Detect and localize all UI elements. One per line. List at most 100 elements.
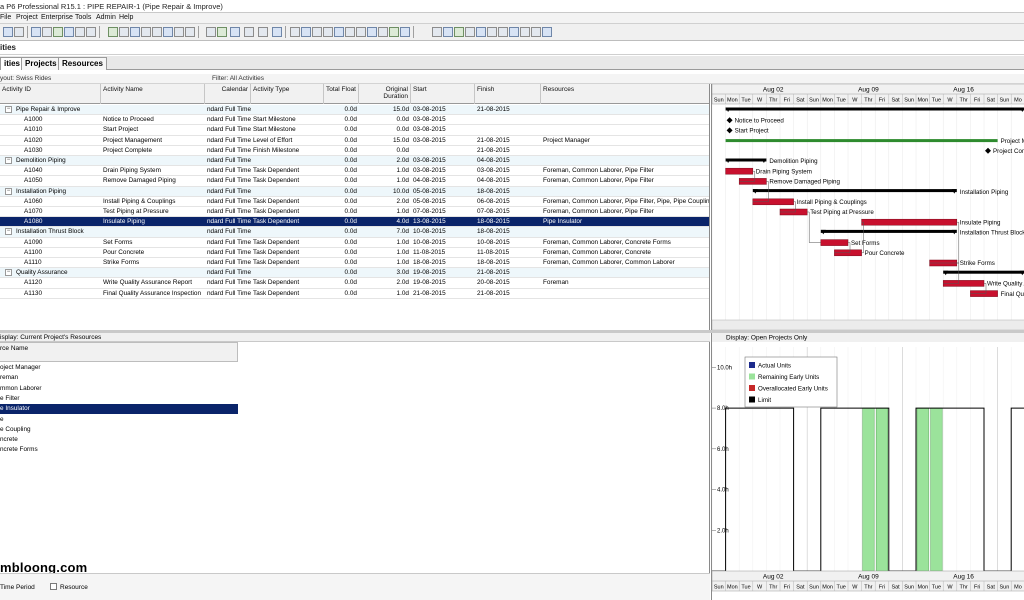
summary-icon[interactable] — [367, 27, 377, 37]
print-icon[interactable] — [185, 27, 195, 37]
gantt-scrollbar[interactable] — [712, 319, 1024, 330]
cell-atype[interactable]: Task Dependent — [251, 207, 324, 217]
col-activity-name[interactable]: Activity Name — [101, 84, 205, 104]
profile-allocation-bar[interactable] — [862, 407, 875, 572]
cell-atype[interactable]: Task Dependent — [251, 248, 324, 258]
table-row[interactable]: A1130 Final Quality Assurance Inspection n… — [0, 289, 709, 299]
cell-id[interactable]: Demolition Piping — [14, 156, 101, 166]
resource-name-header[interactable]: rce Name — [0, 342, 238, 362]
gantt-summary-bar[interactable] — [820, 229, 957, 233]
table-row[interactable]: A1000 Notice to Proceed ndard Full Time Sta… — [0, 115, 709, 126]
col-start[interactable]: Start — [411, 84, 475, 104]
resource-profile-chart[interactable]: Display: Open Projects Only 10.0h 8.0h 6.0h… — [712, 333, 1024, 600]
cell-finish[interactable]: 10-08-2015 — [475, 238, 541, 248]
cell-tf[interactable]: 0.0d — [324, 289, 359, 299]
help-icon[interactable] — [520, 27, 530, 37]
timescale-icon[interactable] — [244, 27, 254, 37]
gantt-summary-bar[interactable] — [943, 270, 1024, 274]
cell-res[interactable] — [541, 105, 709, 115]
cell-atype[interactable] — [251, 227, 324, 237]
cell-atype[interactable] — [251, 268, 324, 278]
cell-cal[interactable]: ndard Full Time — [205, 238, 251, 248]
cell-start[interactable]: 07-08-2015 — [411, 207, 475, 217]
cell-cal[interactable]: ndard Full Time — [205, 156, 251, 166]
menu-tools[interactable]: Tools — [75, 14, 91, 21]
cell-finish[interactable]: 21-08-2015 — [475, 105, 541, 115]
cell-id[interactable]: A1100 — [22, 248, 101, 258]
cell-start[interactable]: 04-08-2015 — [411, 176, 475, 186]
table-row[interactable]: A1070 Test Piping at Pressure ndard Full T… — [0, 207, 709, 218]
cell-name[interactable]: Insulate Piping — [101, 217, 205, 227]
collapse-icon[interactable]: − — [5, 269, 12, 277]
gantt-milestone[interactable] — [985, 147, 991, 154]
cell-cal[interactable]: ndard Full Time — [205, 197, 251, 207]
sort-icon[interactable] — [75, 27, 85, 37]
apply-icon[interactable] — [141, 27, 151, 37]
cell-name[interactable]: Write Quality Assurance Report — [101, 278, 205, 288]
level-icon[interactable] — [119, 27, 129, 37]
col-total-float[interactable]: Total Float — [324, 84, 359, 104]
table-row[interactable]: A1100 Pour Concrete ndard Full Time Task De… — [0, 248, 709, 258]
resource-display-bar[interactable]: isplay: Current Project's Resources — [0, 333, 710, 342]
resource-list-item[interactable]: reman — [0, 373, 238, 383]
view-icon[interactable] — [206, 27, 216, 37]
cell-id[interactable]: A1130 — [22, 289, 101, 299]
cell-cal[interactable]: ndard Full Time — [205, 166, 251, 176]
cell-id[interactable]: A1090 — [22, 238, 101, 248]
cell-res[interactable]: Project Manager — [541, 136, 709, 146]
cell-name[interactable] — [101, 227, 205, 237]
schedule-icon[interactable] — [108, 27, 118, 37]
cell-start[interactable] — [411, 146, 475, 156]
resource-list-item[interactable]: e Coupling — [0, 425, 238, 435]
tab-resources[interactable]: Resources — [58, 57, 107, 70]
gantt-summary-bar[interactable] — [752, 189, 957, 193]
table-row[interactable]: Installation Piping ndard Full Time 0.0d 10… — [0, 186, 709, 197]
cell-id[interactable]: Installation Thrust Block — [14, 227, 101, 237]
col-calendar[interactable]: Calendar — [205, 84, 251, 104]
cell-atype[interactable]: Finish Milestone — [251, 146, 324, 156]
cell-od[interactable]: 1.0d — [359, 207, 411, 217]
refresh-icon[interactable] — [174, 27, 184, 37]
cell-id[interactable]: Quality Assurance — [14, 268, 101, 278]
cell-atype[interactable]: Task Dependent — [251, 289, 324, 299]
cell-name[interactable]: Project Complete — [101, 146, 205, 156]
cell-res[interactable] — [541, 146, 709, 156]
info-icon[interactable] — [531, 27, 541, 37]
cell-finish[interactable]: 18-08-2015 — [475, 227, 541, 237]
table-row[interactable]: Pipe Repair & Improve ndard Full Time 0.0d… — [0, 105, 709, 116]
resource-checkbox[interactable] — [50, 583, 57, 590]
cell-res[interactable]: Foreman, Common Laborer, Common Laborer — [541, 258, 709, 268]
cell-id[interactable]: A1000 — [22, 115, 101, 125]
trace-icon[interactable] — [378, 27, 388, 37]
cell-atype[interactable]: Task Dependent — [251, 217, 324, 227]
cell-id[interactable]: A1120 — [22, 278, 101, 288]
zoom-out-icon[interactable] — [432, 27, 442, 37]
profile-display-label[interactable]: Display: Open Projects Only — [726, 335, 808, 342]
cell-tf[interactable]: 0.0d — [324, 136, 359, 146]
table-row[interactable]: Demolition Piping ndard Full Time 0.0d 2.0d… — [0, 156, 709, 167]
cell-name[interactable] — [101, 187, 205, 197]
cell-cal[interactable]: ndard Full Time — [205, 217, 251, 227]
cell-tf[interactable]: 0.0d — [324, 105, 359, 115]
cell-res[interactable]: Foreman, Common Laborer, Pipe Filter — [541, 166, 709, 176]
cell-name[interactable]: Project Management — [101, 136, 205, 146]
cell-finish[interactable] — [475, 115, 541, 125]
risk-icon[interactable] — [498, 27, 508, 37]
tab-projects[interactable]: Projects — [21, 57, 61, 70]
cell-cal[interactable]: ndard Full Time — [205, 146, 251, 156]
tool-icon[interactable] — [542, 27, 552, 37]
cell-atype[interactable]: Task Dependent — [251, 166, 324, 176]
col-activity-id[interactable]: Activity ID — [0, 84, 101, 104]
cell-id[interactable]: A1080 — [22, 217, 101, 227]
gantt-summary-bar[interactable] — [725, 158, 767, 162]
cell-start[interactable]: 13-08-2015 — [411, 217, 475, 227]
menu-project[interactable]: Project — [16, 14, 38, 21]
baseline-icon[interactable] — [163, 27, 173, 37]
bars-icon[interactable] — [230, 27, 240, 37]
cell-name[interactable] — [101, 156, 205, 166]
cell-atype[interactable]: Task Dependent — [251, 238, 324, 248]
cell-cal[interactable]: ndard Full Time — [205, 115, 251, 125]
cell-finish[interactable] — [475, 125, 541, 135]
cell-cal[interactable]: ndard Full Time — [205, 248, 251, 258]
wbs-icon[interactable] — [356, 27, 366, 37]
